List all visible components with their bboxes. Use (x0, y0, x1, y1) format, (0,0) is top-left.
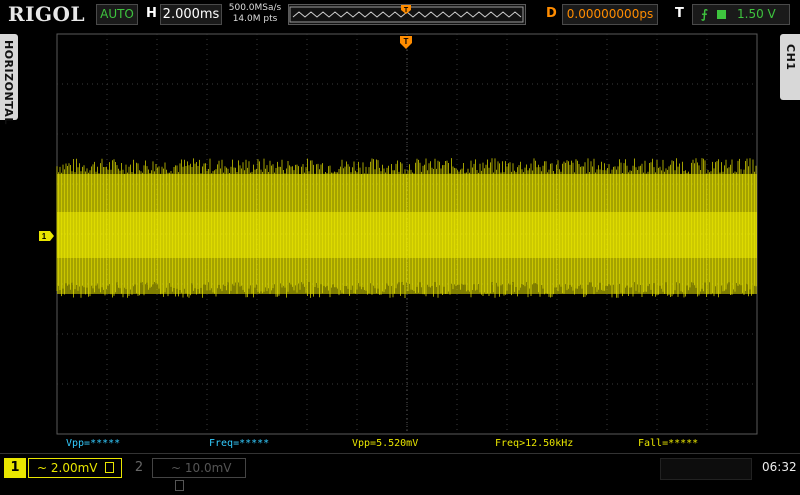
ch1-waveform-trace (56, 158, 757, 298)
ac-coupling-icon: ~ (171, 461, 182, 475)
bottom-channel-bar: 1 ~ 2.00mV 2 ~ 10.0mV 06:32 (0, 453, 800, 491)
measurement-item: Fall=***** (638, 438, 699, 449)
ch1-marker-label: 1 (42, 232, 47, 241)
ch1-number-button[interactable]: 1 (4, 458, 26, 478)
status-area (660, 458, 752, 480)
ac-coupling-icon: ~ (37, 461, 48, 475)
ch2-number-button[interactable]: 2 (128, 458, 150, 478)
measurement-item: Freq=***** (209, 438, 270, 449)
bandwidth-limit-icon (175, 480, 184, 491)
ch1-offset-marker[interactable]: 1 (39, 231, 54, 241)
measurement-item: Vpp=5.520mV (352, 438, 419, 449)
bandwidth-limit-icon (105, 462, 115, 473)
system-clock: 06:32 (762, 460, 797, 474)
measurement-bar: Vpp=***** Freq=***** Vpp=5.520mV Freq>12… (57, 437, 757, 451)
measurement-item: Vpp=***** (66, 438, 121, 449)
waveform-display[interactable]: T 1 (0, 0, 800, 480)
ch2-scale-value: 10.0mV (184, 461, 232, 475)
ch2-scale-button[interactable]: ~ 10.0mV (152, 458, 246, 491)
ch1-scale-button[interactable]: ~ 2.00mV (28, 458, 122, 478)
trace-core (57, 212, 757, 258)
trigger-position-marker[interactable]: T (400, 36, 412, 49)
measurement-item: Freq>12.50kHz (495, 438, 574, 449)
ch1-scale-value: 2.00mV (50, 461, 98, 475)
trigger-position-label: T (404, 37, 409, 46)
